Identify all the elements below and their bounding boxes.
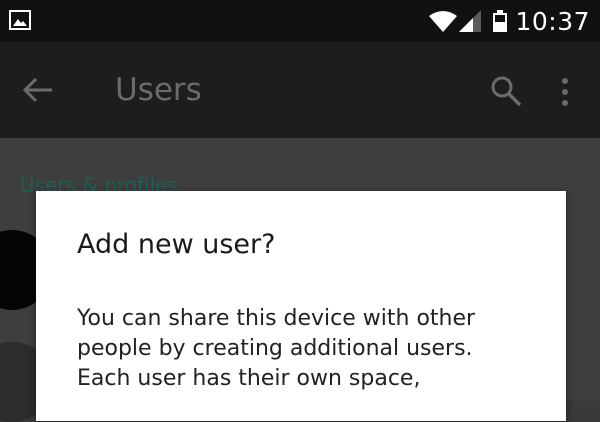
battery-icon: [493, 10, 508, 32]
dialog-title: Add new user?: [77, 229, 276, 260]
image-notification-icon: [9, 10, 31, 30]
status-bar: 10:37: [0, 0, 600, 42]
cell-signal-icon: [459, 10, 482, 32]
action-bar: Users: [0, 42, 600, 138]
search-icon[interactable]: [490, 75, 522, 107]
overflow-menu-icon[interactable]: [560, 77, 570, 107]
back-arrow-icon[interactable]: [22, 77, 54, 103]
dialog-message: You can share this device with other peo…: [77, 304, 547, 394]
status-time: 10:37: [515, 6, 590, 36]
status-icons: 10:37: [429, 6, 590, 36]
wifi-icon: [429, 11, 458, 32]
dialog-message-line: people by creating additional users.: [77, 336, 473, 361]
page-title: Users: [115, 72, 202, 108]
dialog-message-line: You can share this device with other: [77, 306, 476, 331]
dialog-message-line: Each user has their own space,: [77, 366, 421, 391]
add-user-dialog: Add new user? You can share this device …: [36, 191, 566, 421]
